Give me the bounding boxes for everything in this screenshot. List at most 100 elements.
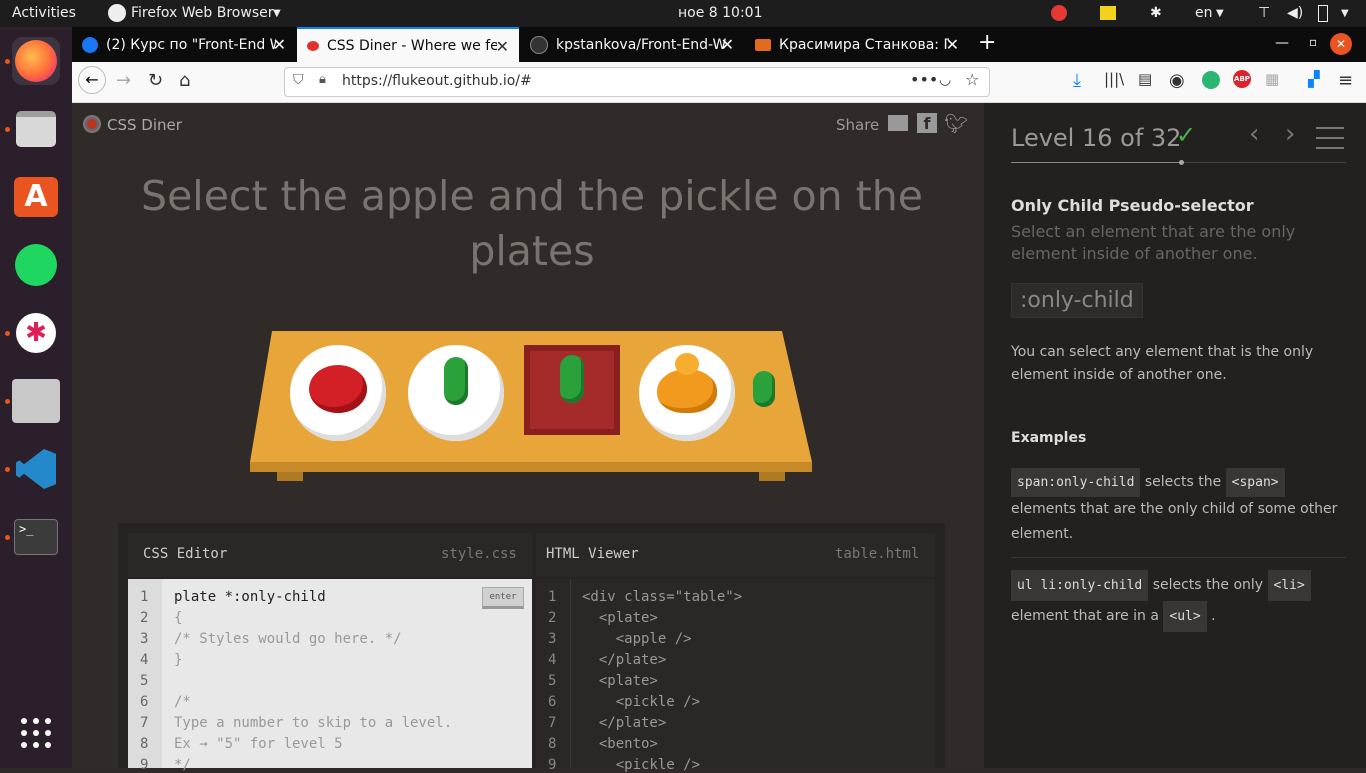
level-indicator[interactable]: Level 16 of 32 xyxy=(1011,124,1181,152)
code-line: { xyxy=(174,610,183,626)
plate[interactable] xyxy=(408,345,504,441)
volume-icon[interactable]: ◀) xyxy=(1287,5,1303,21)
plate[interactable] xyxy=(290,345,386,441)
pickle[interactable] xyxy=(753,371,775,407)
new-tab-button[interactable]: + xyxy=(978,30,996,55)
extension-icon[interactable]: ▦ xyxy=(1265,70,1279,88)
lock-icon[interactable]: 🔒︎ xyxy=(319,72,326,87)
home-button[interactable]: ⌂ xyxy=(179,70,190,91)
back-button[interactable]: ← xyxy=(78,66,106,94)
clock[interactable]: ное 8 10:01 xyxy=(678,5,763,21)
slack-tray-icon[interactable]: ✱ xyxy=(1150,5,1162,21)
enter-button[interactable]: enter xyxy=(482,587,524,609)
extensions-grid-icon[interactable]: ▞ xyxy=(1308,70,1320,88)
software-store-icon: A xyxy=(14,177,58,217)
close-icon[interactable]: ✕ xyxy=(721,35,734,54)
menu-icon[interactable] xyxy=(1316,127,1344,149)
close-icon[interactable]: ✕ xyxy=(496,37,509,56)
css-editor-title: CSS Editor xyxy=(143,546,228,562)
example-text: selects the only xyxy=(1152,577,1264,593)
slack-launcher[interactable]: ✱ xyxy=(12,309,60,357)
terminal-launcher[interactable]: >_ xyxy=(12,513,60,561)
url-bar[interactable]: ⛉ 🔒︎ https://flukeout.github.io/# ••• ◡ … xyxy=(284,67,990,97)
example-code: <li> xyxy=(1267,570,1311,601)
vscode-icon xyxy=(16,449,56,489)
tab-css-diner[interactable]: CSS Diner - Where we fe ✕ xyxy=(297,27,519,62)
pickle[interactable] xyxy=(560,355,584,403)
next-level-button[interactable]: › xyxy=(1285,119,1295,149)
firefox-launcher[interactable] xyxy=(12,37,60,85)
activities-button[interactable]: Activities xyxy=(12,5,76,21)
page-actions-icon[interactable]: ••• xyxy=(910,70,938,89)
chevron-down-icon[interactable]: ▼ xyxy=(1341,8,1349,19)
language-indicator[interactable]: en xyxy=(1195,5,1213,21)
shield-icon[interactable]: ⛉ xyxy=(293,72,304,88)
orange[interactable] xyxy=(657,369,717,413)
archive-launcher[interactable] xyxy=(12,377,60,425)
previous-level-button[interactable]: ‹ xyxy=(1249,119,1259,149)
line-number: 2 xyxy=(548,610,557,626)
twitter-icon[interactable]: 🐦︎ xyxy=(944,112,968,135)
forward-button[interactable]: → xyxy=(116,70,131,91)
tab-facebook[interactable]: (2) Курс по "Front-End W ✕ xyxy=(72,27,296,62)
code-line: */ xyxy=(174,757,191,773)
code-line: <bento> xyxy=(582,736,658,752)
chevron-down-icon[interactable]: ▼ xyxy=(1216,8,1224,19)
window-close-button[interactable]: ✕ xyxy=(1330,33,1352,55)
reload-button[interactable]: ↻ xyxy=(148,70,163,91)
example-text: selects the xyxy=(1144,474,1222,490)
line-number: 9 xyxy=(140,757,149,773)
app-menu[interactable]: Firefox Web Browser xyxy=(131,5,274,21)
logo-text[interactable]: CSS Diner xyxy=(107,116,182,134)
close-icon[interactable]: ✕ xyxy=(946,35,959,54)
email-icon[interactable] xyxy=(888,115,908,131)
css-editor[interactable]: enter 1 plate *:only-child 2 {3 /* Styles wo… xyxy=(128,579,532,773)
menu-icon[interactable]: ≡ xyxy=(1338,70,1353,91)
url-text[interactable]: https://flukeout.github.io/# xyxy=(342,73,532,89)
slack-icon: ✱ xyxy=(16,313,56,353)
archive-icon xyxy=(12,379,60,423)
line-number: 1 xyxy=(140,589,149,605)
network-icon[interactable]: ⊤ xyxy=(1258,5,1270,21)
sidebar-icon[interactable]: ▤ xyxy=(1138,70,1152,88)
account-icon[interactable]: ◉ xyxy=(1169,70,1185,91)
do-not-disturb-icon[interactable] xyxy=(1051,5,1067,21)
examples-heading: Examples xyxy=(1011,430,1087,446)
adblock-icon[interactable]: ABP xyxy=(1233,70,1251,88)
pocket-icon[interactable]: ◡ xyxy=(939,72,951,88)
show-apps-button[interactable] xyxy=(12,709,60,757)
minimize-button[interactable]: — xyxy=(1275,35,1289,51)
maximize-button[interactable]: ▫ xyxy=(1309,35,1317,49)
github-icon xyxy=(530,35,548,54)
running-indicator xyxy=(5,331,10,336)
running-indicator xyxy=(5,399,10,404)
bento[interactable] xyxy=(524,345,620,435)
files-launcher[interactable] xyxy=(12,105,60,153)
example-1: span:only-child selects the <span> eleme… xyxy=(1011,468,1341,547)
pickle[interactable] xyxy=(444,357,468,405)
vscode-launcher[interactable] xyxy=(12,445,60,493)
facebook-icon[interactable]: f xyxy=(917,113,937,133)
apple[interactable] xyxy=(309,365,367,413)
chevron-down-icon[interactable]: ▼ xyxy=(273,8,281,19)
instruction-title: Select the apple and the pickle on the p… xyxy=(141,172,923,275)
software-launcher[interactable]: A xyxy=(12,173,60,221)
plate[interactable] xyxy=(639,345,735,441)
extension-shield-icon[interactable] xyxy=(1202,71,1220,89)
bookmark-star-icon[interactable]: ☆ xyxy=(965,70,979,89)
battery-icon[interactable] xyxy=(1318,5,1328,22)
panel-divider[interactable] xyxy=(984,103,992,768)
tab-github[interactable]: kpstankova/Front-End-W ✕ xyxy=(520,27,744,62)
downloads-icon[interactable]: ⤓ xyxy=(1073,70,1081,91)
spotify-launcher[interactable] xyxy=(12,241,60,289)
notes-icon[interactable] xyxy=(1100,6,1116,20)
html-viewer: 1 <div class="table"> 2 <plate> 3 <apple />… xyxy=(536,579,935,773)
line-number: 9 xyxy=(548,757,557,773)
selector-subheading: Select an element that are the only elem… xyxy=(1011,222,1296,263)
close-icon[interactable]: ✕ xyxy=(273,35,286,54)
css-file-name: style.css xyxy=(441,546,517,562)
tab-profile[interactable]: Красимира Станкова: Пр ✕ xyxy=(745,27,969,62)
line-number: 4 xyxy=(140,652,149,668)
library-icon[interactable]: |||\ xyxy=(1104,70,1124,88)
system-top-bar: Activities Firefox Web Browser ▼ ное 8 1… xyxy=(0,0,1366,27)
